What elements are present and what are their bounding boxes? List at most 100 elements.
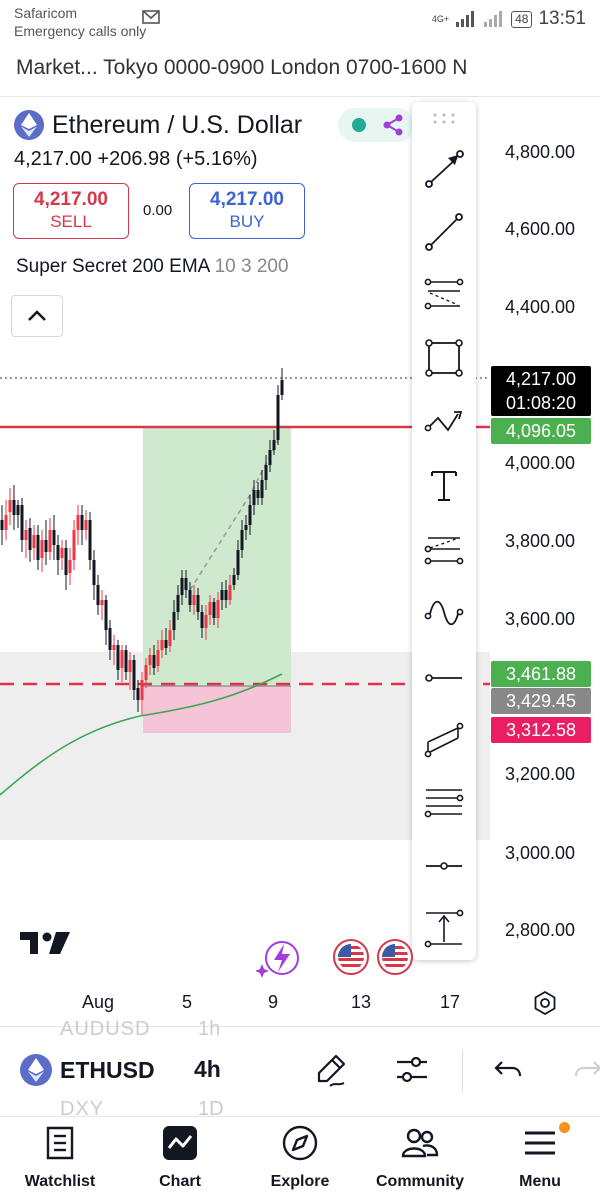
compass-icon xyxy=(282,1125,318,1161)
symbol-header[interactable]: Ethereum / U.S. Dollar xyxy=(14,110,302,140)
candle-body xyxy=(8,500,12,512)
ethereum-logo-icon xyxy=(14,110,44,140)
nav-menu-label: Menu xyxy=(519,1173,561,1190)
entry-price-tag: 3,429.45 xyxy=(491,688,591,714)
collapse-legend-button[interactable] xyxy=(11,295,63,337)
candle-body xyxy=(20,505,24,540)
indicator-params: 10 3 200 xyxy=(214,256,289,277)
drawing-toolbar xyxy=(412,102,476,960)
indicator-legend[interactable]: Super Secret 200 EMA 10 3 200 xyxy=(16,256,289,278)
chart-icon xyxy=(163,1126,197,1160)
nav-watchlist[interactable]: Watchlist xyxy=(0,1118,120,1200)
candle-body xyxy=(28,528,32,550)
price-change-pct: (+5.16%) xyxy=(175,148,258,170)
pitchfork-icon[interactable] xyxy=(424,530,464,570)
candle-body xyxy=(164,640,168,648)
loss-zone[interactable] xyxy=(143,686,291,733)
time-label-13: 13 xyxy=(351,992,372,1012)
timeframe-selector[interactable]: 4h xyxy=(194,1056,221,1083)
candle-body xyxy=(208,602,212,615)
candle-body xyxy=(64,548,68,575)
target-price-tag: 4,096.05 xyxy=(491,418,591,444)
ethereum-logo-icon xyxy=(20,1054,52,1086)
fib-retracement-icon[interactable] xyxy=(424,274,464,314)
session-hours[interactable]: Market... Tokyo 0000-0900 London 0700-16… xyxy=(16,56,586,80)
candle-body xyxy=(172,612,176,630)
buy-label: BUY xyxy=(229,212,265,231)
nav-explore[interactable]: Explore xyxy=(240,1118,360,1200)
indicators-sliders-icon[interactable] xyxy=(394,1052,430,1088)
network-type: 4G+ xyxy=(431,13,450,24)
next-symbol[interactable]: DXY xyxy=(60,1098,104,1116)
candle-body xyxy=(40,540,44,558)
horizontal-line-icon[interactable] xyxy=(424,846,464,886)
lightning-events-icon[interactable] xyxy=(256,938,302,978)
path-icon[interactable] xyxy=(424,402,464,442)
nav-chart[interactable]: Chart xyxy=(120,1118,240,1200)
candle-body xyxy=(244,525,248,530)
candle-body xyxy=(196,595,200,612)
candle-body xyxy=(156,650,160,666)
sine-line-icon[interactable] xyxy=(424,594,464,634)
nav-watchlist-label: Watchlist xyxy=(24,1173,96,1190)
price-range-icon[interactable] xyxy=(424,908,464,948)
battery-icon: 48 xyxy=(511,10,533,28)
buy-price: 4,217.00 xyxy=(210,189,284,210)
symbol-selector[interactable]: ETHUSD xyxy=(20,1054,155,1086)
candle-body xyxy=(280,380,284,395)
trend-line-arrow-icon[interactable] xyxy=(424,150,464,190)
candle-body xyxy=(116,645,120,670)
next-timeframe[interactable]: 1D xyxy=(198,1098,224,1116)
price-change: +206.98 xyxy=(97,148,171,170)
tradingview-logo-icon[interactable] xyxy=(20,930,72,956)
divider xyxy=(0,1116,600,1117)
time-label-aug: Aug xyxy=(82,992,115,1012)
current-price-tag: 4,217.00 01:08:20 xyxy=(491,366,591,416)
rectangle-icon[interactable] xyxy=(424,338,464,378)
share-network-icon xyxy=(383,114,403,136)
price-axis-label: 3,000.00 xyxy=(505,843,575,863)
drag-handle-icon[interactable] xyxy=(432,112,456,124)
candle-body xyxy=(220,590,224,600)
price-axis-label: 4,000.00 xyxy=(505,453,575,473)
notification-dot-icon xyxy=(559,1122,570,1133)
nav-menu[interactable]: Menu xyxy=(480,1118,600,1200)
horizontal-lines-icon[interactable] xyxy=(424,782,464,822)
redo-icon[interactable] xyxy=(570,1052,600,1088)
buy-button[interactable]: 4,217.00 BUY xyxy=(189,183,305,239)
candle-body xyxy=(100,600,104,605)
prev-timeframe[interactable]: 1h xyxy=(198,1018,220,1040)
nav-chart-label: Chart xyxy=(159,1173,201,1190)
candle-body xyxy=(52,530,56,545)
candle-body xyxy=(268,450,272,465)
candle-body xyxy=(188,590,192,605)
candle-body xyxy=(200,612,204,628)
candle-body xyxy=(120,650,124,668)
candle-body xyxy=(92,560,96,585)
parallel-channel-icon[interactable] xyxy=(424,720,464,760)
candle-body xyxy=(104,600,108,630)
nav-community[interactable]: Community xyxy=(360,1118,480,1200)
candle-body xyxy=(144,665,148,680)
candle-body xyxy=(152,655,156,668)
emergency-text: Emergency calls only xyxy=(14,23,147,39)
chart-settings-icon[interactable] xyxy=(532,990,558,1016)
price-axis[interactable]: 4,800.00 4,600.00 4,400.00 4,000.00 3,800.00… xyxy=(505,142,575,940)
trend-line-icon[interactable] xyxy=(424,212,464,252)
time-label-5: 5 xyxy=(182,992,193,1012)
prev-symbol[interactable]: AUDUSD xyxy=(60,1018,150,1040)
horizontal-ray-icon[interactable] xyxy=(424,658,464,698)
candle-body xyxy=(272,440,276,450)
us-flag-event-2-icon[interactable] xyxy=(376,938,414,976)
sell-button[interactable]: 4,217.00 SELL xyxy=(13,183,129,239)
market-status-pill[interactable] xyxy=(338,108,414,142)
status-right: 4G+ 48 13:51 xyxy=(432,8,586,30)
candle-body xyxy=(148,655,152,665)
text-icon[interactable] xyxy=(424,466,464,506)
us-flag-event-icon[interactable] xyxy=(332,938,370,976)
clock: 13:51 xyxy=(538,8,586,29)
candle-body xyxy=(128,660,132,672)
undo-icon[interactable] xyxy=(490,1052,526,1088)
candle-body xyxy=(240,530,244,550)
draw-pencil-icon[interactable] xyxy=(314,1052,350,1088)
